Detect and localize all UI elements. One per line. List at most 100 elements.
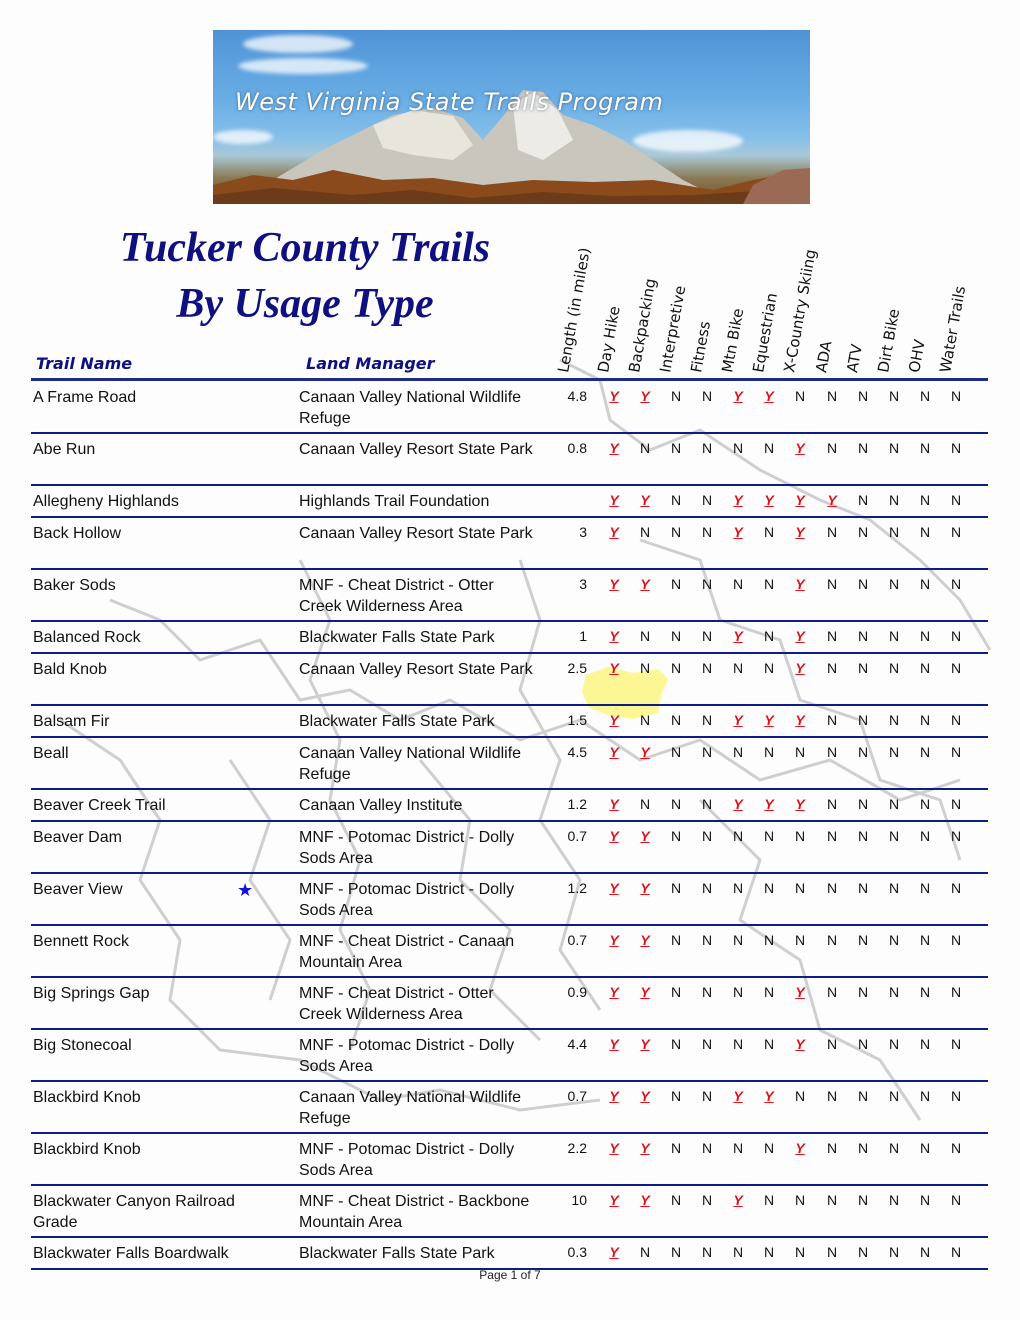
land-manager: Canaan Valley National Wildlife Refuge (299, 1089, 522, 1127)
table-row: Back Hollow Canaan Valley Resort State Pa… (31, 517, 988, 568)
usage-flag-equestrian: Y (764, 796, 774, 812)
usage-flag-ada: N (826, 1088, 838, 1104)
trail-length: 0.7 (567, 932, 587, 948)
usage-flag-x-country-skiing: Y (795, 984, 805, 1000)
trail-name: Big Springs Gap (33, 985, 150, 1002)
usage-flag-fitness: N (701, 880, 713, 896)
trail-name: Beall (33, 745, 69, 762)
trail-name: Balanced Rock (33, 629, 141, 646)
usage-flag-ohv: N (919, 796, 931, 812)
land-manager: Highlands Trail Foundation (299, 493, 490, 510)
usage-flag-ohv: N (919, 524, 931, 540)
usage-flag-water-trails: N (950, 524, 962, 540)
usage-flag-water-trails: N (950, 1244, 962, 1260)
usage-flag-ada: N (826, 576, 838, 592)
usage-flag-day-hike: Y (609, 440, 619, 456)
usage-flag-mtn-bike: Y (733, 1192, 743, 1208)
usage-flag-interpretive: N (670, 576, 682, 592)
usage-flag-water-trails: N (950, 1088, 962, 1104)
usage-flag-water-trails: N (950, 440, 962, 456)
usage-flag-equestrian: N (763, 1140, 775, 1156)
usage-flag-day-hike: Y (609, 712, 619, 728)
usage-flag-ohv: N (919, 1192, 931, 1208)
usage-flag-backpacking: Y (640, 984, 650, 1000)
table-row: Balanced Rock Blackwater Falls State Park… (31, 621, 988, 652)
trail-name: Abe Run (33, 441, 96, 458)
trail-name: Blackwater Falls Boardwalk (33, 1245, 229, 1262)
usage-flag-ada: N (826, 440, 838, 456)
land-manager: MNF - Cheat District - Canaan Mountain A… (299, 933, 515, 971)
usage-flag-backpacking: Y (640, 1192, 650, 1208)
usage-flag-fitness: N (701, 712, 713, 728)
usage-flag-equestrian: N (763, 880, 775, 896)
usage-flag-ohv: N (919, 440, 931, 456)
table-row: Blackwater Canyon Railroad Grade MNF - Ch… (31, 1185, 988, 1236)
usage-flag-backpacking: Y (640, 1036, 650, 1052)
usage-flag-mtn-bike: N (732, 828, 744, 844)
trail-length: 4.5 (567, 744, 587, 760)
usage-flag-backpacking: Y (640, 1140, 650, 1156)
usage-flag-equestrian: Y (764, 388, 774, 404)
usage-flag-backpacking: Y (640, 932, 650, 948)
usage-flag-x-country-skiing: N (794, 1088, 806, 1104)
usage-flag-day-hike: Y (609, 744, 619, 760)
usage-flag-x-country-skiing: N (794, 388, 806, 404)
usage-header-water-trails: Water Trails (936, 284, 970, 374)
trail-length: 0.3 (567, 1244, 587, 1260)
table-row: Blackbird Knob MNF - Potomac District - D… (31, 1133, 988, 1184)
usage-flag-fitness: N (701, 796, 713, 812)
usage-flag-x-country-skiing: Y (795, 440, 805, 456)
usage-flag-interpretive: N (670, 440, 682, 456)
usage-flag-water-trails: N (950, 744, 962, 760)
usage-flag-ohv: N (919, 576, 931, 592)
usage-flag-water-trails: N (950, 576, 962, 592)
usage-flag-ada: N (826, 1192, 838, 1208)
usage-flag-water-trails: N (950, 712, 962, 728)
usage-flag-ada: N (826, 524, 838, 540)
usage-flag-water-trails: N (950, 1192, 962, 1208)
usage-flag-ohv: N (919, 932, 931, 948)
usage-flag-day-hike: Y (609, 932, 619, 948)
usage-flag-x-country-skiing: Y (795, 628, 805, 644)
land-manager: Blackwater Falls State Park (299, 713, 495, 730)
usage-flag-mtn-bike: Y (733, 1088, 743, 1104)
land-manager-header: Land Manager (306, 354, 435, 373)
usage-flag-atv: N (857, 744, 869, 760)
usage-flag-mtn-bike: N (732, 1140, 744, 1156)
usage-flag-fitness: N (701, 388, 713, 404)
trail-length: 3 (579, 524, 587, 540)
document-page: West Virginia State Trails Program Tucke… (0, 0, 1020, 1320)
usage-flag-water-trails: N (950, 828, 962, 844)
usage-flag-x-country-skiing: N (794, 828, 806, 844)
usage-flag-equestrian: N (763, 744, 775, 760)
usage-flag-mtn-bike: Y (733, 796, 743, 812)
table-row: Beaver View ★ MNF - Potomac District - Dol… (31, 873, 988, 924)
usage-flag-water-trails: N (950, 660, 962, 676)
usage-flag-equestrian: N (763, 660, 775, 676)
usage-header-day-hike: Day Hike (594, 304, 624, 374)
usage-flag-dirt-bike: N (888, 880, 900, 896)
usage-flag-x-country-skiing: Y (795, 492, 805, 508)
usage-flag-atv: N (857, 388, 869, 404)
usage-flag-fitness: N (701, 1244, 713, 1260)
usage-flag-water-trails: N (950, 984, 962, 1000)
usage-flag-mtn-bike: N (732, 880, 744, 896)
usage-flag-atv: N (857, 932, 869, 948)
usage-flag-dirt-bike: N (888, 1088, 900, 1104)
usage-flag-atv: N (857, 1140, 869, 1156)
usage-flag-x-country-skiing: N (794, 1244, 806, 1260)
usage-flag-ohv: N (919, 712, 931, 728)
usage-flag-backpacking: N (639, 524, 651, 540)
table-row: Big Springs Gap MNF - Cheat District - Ot… (31, 977, 988, 1028)
usage-flag-ada: N (826, 712, 838, 728)
trail-length: 2.2 (567, 1140, 587, 1156)
land-manager: Blackwater Falls State Park (299, 1245, 495, 1262)
usage-flag-interpretive: N (670, 1036, 682, 1052)
usage-flag-day-hike: Y (609, 524, 619, 540)
usage-flag-ada: N (826, 628, 838, 644)
usage-header-equestrian: Equestrian (749, 291, 781, 374)
usage-flag-equestrian: N (763, 932, 775, 948)
usage-flag-dirt-bike: N (888, 984, 900, 1000)
usage-flag-day-hike: Y (609, 388, 619, 404)
usage-flag-mtn-bike: Y (733, 712, 743, 728)
